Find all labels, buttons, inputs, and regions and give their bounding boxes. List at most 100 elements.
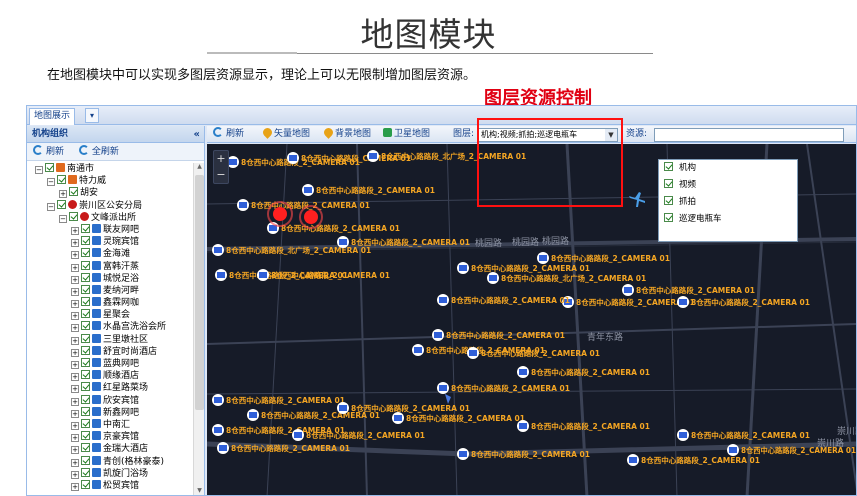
zoom-out-button[interactable]: − [214,167,228,183]
tree-node[interactable]: + 松贸宾馆 [27,479,193,492]
expand-toggle-icon[interactable]: + [71,385,79,394]
camera-marker[interactable]: 8仓西中心路路段_2_CAMERA 01 [437,294,570,306]
scroll-up-icon[interactable]: ▲ [194,163,204,173]
tab-menu-button[interactable]: ▾ [85,108,99,123]
expand-toggle-icon[interactable]: + [59,190,67,199]
camera-marker[interactable]: 8仓西中心路路段_2_CAMERA 01 [727,444,856,456]
scroll-down-icon[interactable]: ▼ [194,487,204,495]
tree-node[interactable]: + 金海滩 [27,248,193,260]
collapse-panel-icon[interactable]: « [194,126,200,143]
tree-node-checkbox[interactable] [81,382,90,392]
tree-refresh-all-button[interactable]: 全刷新 [78,143,119,161]
expand-toggle-icon[interactable]: + [71,482,79,491]
camera-marker[interactable]: 8仓西中心路路段_2_CAMERA 01 [457,262,590,274]
expand-toggle-icon[interactable]: + [71,458,79,467]
tree-node-checkbox[interactable] [81,443,90,453]
expand-toggle-icon[interactable]: + [71,409,79,418]
resource-search-input[interactable] [654,128,844,142]
expand-toggle-icon[interactable]: + [71,470,79,479]
camera-marker[interactable]: 8仓西中心路路段_2_CAMERA 01 [562,296,695,308]
tree-node[interactable]: + 凯旋门浴场 [27,467,193,480]
expand-toggle-icon[interactable]: + [71,397,79,406]
camera-marker[interactable]: 8仓西中心路路段_2_CAMERA 01 [432,329,565,341]
expand-toggle-icon[interactable]: + [71,275,79,284]
tree-node-checkbox[interactable] [81,333,90,343]
camera-marker[interactable]: 8仓西中心路路段_2_CAMERA 01 [337,236,470,248]
tree-node-checkbox[interactable] [81,284,90,294]
tree-node-checkbox[interactable] [81,272,90,282]
tree-node-checkbox[interactable] [81,358,90,367]
tree-node[interactable]: + 顺缘酒店 [27,370,193,382]
expand-toggle-icon[interactable]: + [71,226,79,235]
camera-marker[interactable]: 8仓西中心路路段_2_CAMERA 01 [622,284,755,296]
tree-node[interactable]: + 青创(格林豪泰) [27,455,193,468]
tree-node[interactable]: − 文峰派出所 [27,211,193,224]
tree-node[interactable]: + 欣安宾馆 [27,394,193,407]
tree-node-checkbox[interactable] [81,418,90,428]
expand-toggle-icon[interactable]: + [71,251,79,260]
layer-option[interactable]: 视频 [659,177,797,194]
map-refresh-button[interactable]: 刷新 [213,126,244,143]
tree-node-checkbox[interactable] [81,467,90,477]
tree-node-checkbox[interactable] [81,236,90,246]
tree-node[interactable]: + 灵琬宾馆 [27,236,193,248]
expand-toggle-icon[interactable]: + [71,446,79,455]
tree-node[interactable]: + 红星路菜场 [27,382,193,394]
camera-marker[interactable]: 8仓西中心路路段_2_CAMERA 01 [467,347,600,359]
expand-toggle-icon[interactable]: + [71,336,79,345]
tree-scrollbar[interactable]: ▲ ▼ [193,163,204,495]
layer-option[interactable]: 机构 [659,160,797,177]
camera-marker[interactable]: 8仓西中心路路段_2_CAMERA 01 [677,296,810,308]
tree-node-checkbox[interactable] [81,260,90,270]
zoom-in-button[interactable]: + [214,151,228,167]
layer-option-checkbox[interactable] [664,179,673,188]
tab-map-display[interactable]: 地图展示 [29,108,76,125]
tree-node-checkbox[interactable] [81,370,90,380]
camera-marker[interactable]: 8仓西中心路路段_2_CAMERA 01 [217,442,350,454]
vector-map-button[interactable]: 矢量地图 [261,126,310,143]
expand-toggle-icon[interactable]: + [71,239,79,248]
expand-toggle-icon[interactable]: + [71,373,79,382]
tree-node-checkbox[interactable] [81,248,90,258]
expand-toggle-icon[interactable]: + [71,324,79,333]
camera-marker[interactable]: 8仓西中心路路段_2_CAMERA 01 [677,429,810,441]
tree-node[interactable]: + 水晶宫洗浴会所 [27,321,193,333]
tree-node[interactable]: + 麦纳河畔 [27,284,193,297]
tree-node[interactable]: + 新鑫网吧 [27,406,193,419]
scroll-thumb[interactable] [195,175,204,410]
tree-node[interactable]: + 蓝典网吧 [27,358,193,370]
tree-node-checkbox[interactable] [57,199,66,209]
satellite-map-button[interactable]: 卫星地图 [383,126,430,143]
expand-toggle-icon[interactable]: + [71,421,79,430]
tree-node-checkbox[interactable] [45,163,54,172]
camera-marker[interactable]: 8仓西中心路路段_2_CAMERA 01 [517,420,650,432]
tree-node-checkbox[interactable] [81,309,90,319]
tree-node[interactable]: + 三里墩社区 [27,333,193,346]
layer-option-checkbox[interactable] [664,213,673,222]
camera-marker[interactable]: 8仓西中心路路段_2_CAMERA 01 [257,269,390,281]
camera-marker[interactable]: 8仓西中心路路段_2_CAMERA 01 [457,448,590,460]
camera-marker[interactable]: 8仓西中心路路段_北广场_2_CAMERA 01 [487,272,646,284]
tree-node[interactable]: − 特力威 [27,175,193,187]
tree-node[interactable]: + 鑫霖网咖 [27,297,193,309]
expand-toggle-icon[interactable]: + [71,312,79,321]
camera-marker[interactable]: 8仓西中心路路段_2_CAMERA 01 [212,394,345,406]
expand-toggle-icon[interactable]: − [47,178,55,187]
expand-toggle-icon[interactable]: − [59,214,67,223]
tree-node-checkbox[interactable] [81,431,90,441]
layer-option[interactable]: 巡逻电瓶车 [659,211,797,228]
camera-marker[interactable]: 8仓西中心路路段_2_CAMERA 01 [392,412,525,424]
layer-option-checkbox[interactable] [664,196,673,205]
tree-node-checkbox[interactable] [81,345,90,355]
background-map-button[interactable]: 背景地图 [322,126,371,143]
expand-toggle-icon[interactable]: + [71,434,79,443]
tree-node-checkbox[interactable] [81,223,90,233]
camera-marker[interactable]: 8仓西中心路路段_2_CAMERA 01 [627,454,760,466]
tree-node[interactable]: + 胡安 [27,187,193,199]
expand-toggle-icon[interactable]: − [47,202,55,211]
tree-node[interactable]: − 南通市 [27,163,193,175]
tree-node-checkbox[interactable] [81,479,90,489]
layer-option-checkbox[interactable] [664,162,673,171]
camera-marker[interactable]: 8仓西中心路路段_2_CAMERA 01 [302,184,435,196]
tree-node[interactable]: + 中南汇 [27,418,193,431]
